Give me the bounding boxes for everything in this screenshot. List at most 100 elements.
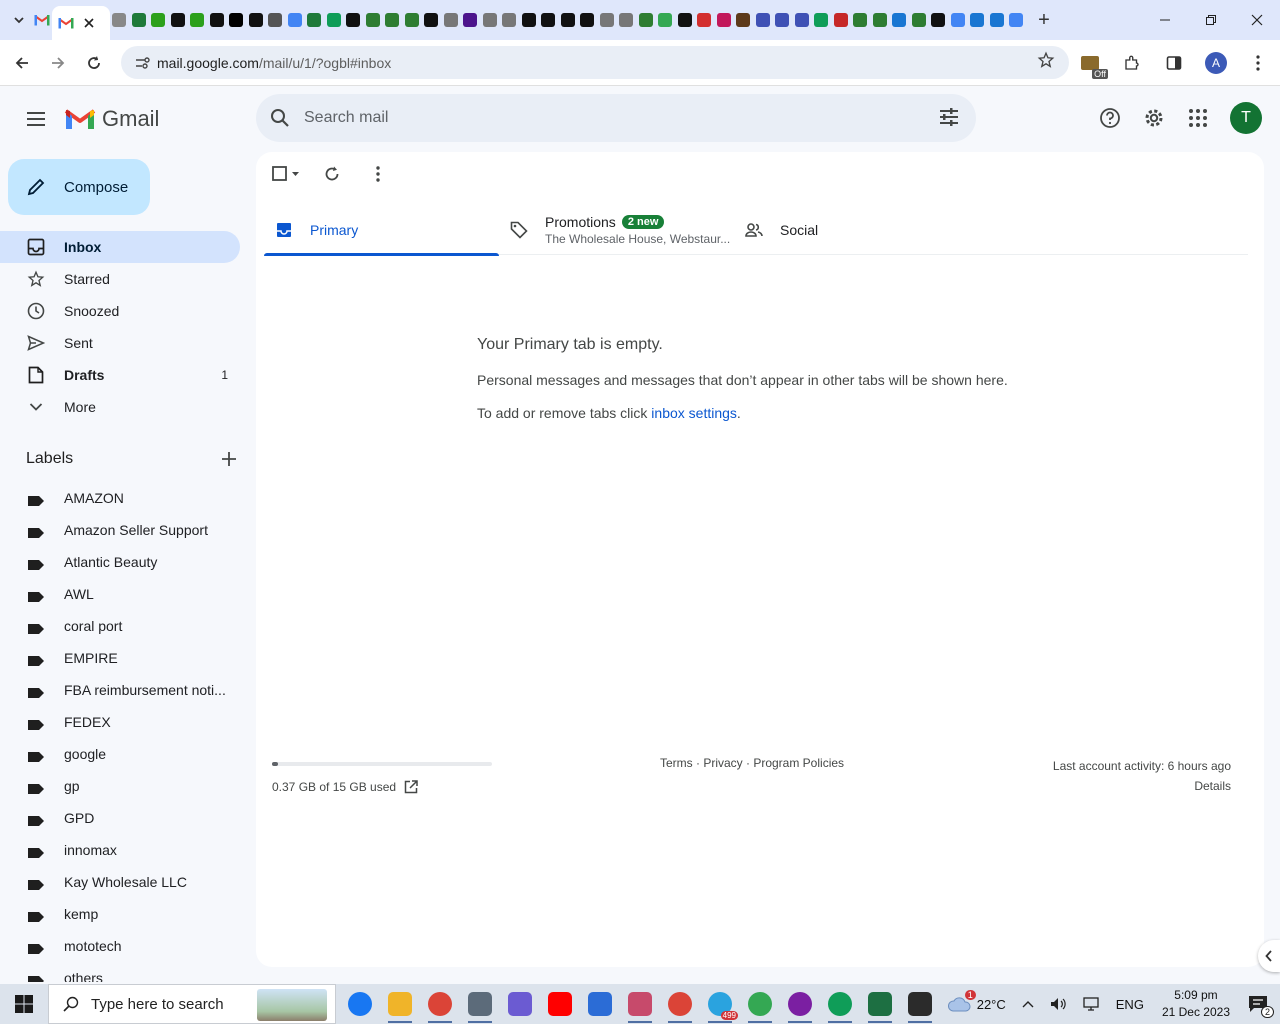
- label-item[interactable]: AMAZON: [0, 482, 256, 514]
- pinned-tab-favicon[interactable]: [402, 0, 422, 40]
- pinned-tab-favicon[interactable]: [734, 0, 754, 40]
- pinned-tab-favicon[interactable]: [675, 0, 695, 40]
- label-item[interactable]: AWL: [0, 578, 256, 610]
- excel-app[interactable]: [860, 984, 900, 1024]
- search-input[interactable]: [304, 109, 904, 127]
- search-bar[interactable]: [256, 94, 976, 142]
- label-item[interactable]: Atlantic Beauty: [0, 546, 256, 578]
- pinned-tab-favicon[interactable]: [617, 0, 637, 40]
- pinned-tab-favicon[interactable]: [948, 0, 968, 40]
- label-item[interactable]: FEDEX: [0, 706, 256, 738]
- show-hidden-icons[interactable]: [1014, 984, 1042, 1024]
- store-app[interactable]: [580, 984, 620, 1024]
- sticky-notes-app[interactable]: [900, 984, 940, 1024]
- clock[interactable]: 5:09 pm 21 Dec 2023: [1152, 987, 1240, 1021]
- pinned-tab-favicon[interactable]: [812, 0, 832, 40]
- close-tab-icon[interactable]: [83, 18, 94, 28]
- active-tab[interactable]: [51, 6, 110, 40]
- details-link[interactable]: Details: [1053, 776, 1231, 796]
- forward-button[interactable]: [40, 45, 76, 81]
- start-button[interactable]: [0, 984, 48, 1024]
- pinned-tab-favicon[interactable]: [266, 0, 286, 40]
- language-indicator[interactable]: ENG: [1108, 984, 1152, 1024]
- bookmark-star-icon[interactable]: [1037, 51, 1055, 74]
- chrome-profile-app[interactable]: [820, 984, 860, 1024]
- pinned-tab-favicon[interactable]: [656, 0, 676, 40]
- tab-gmail-favicon[interactable]: [32, 0, 52, 40]
- pinned-tab-favicon[interactable]: [909, 0, 929, 40]
- label-item[interactable]: coral port: [0, 610, 256, 642]
- pinned-tab-favicon[interactable]: [929, 0, 949, 40]
- label-item[interactable]: innomax: [0, 834, 256, 866]
- pinned-tab-favicon[interactable]: [324, 0, 344, 40]
- add-label-icon[interactable]: [222, 452, 236, 466]
- tab-social[interactable]: Social: [734, 204, 969, 255]
- browser-menu-icon[interactable]: [1244, 49, 1272, 77]
- sidebar-item-starred[interactable]: Starred: [0, 263, 240, 295]
- pinned-tab-favicon[interactable]: [519, 0, 539, 40]
- tab-primary[interactable]: Primary: [264, 204, 499, 256]
- extension-off-icon[interactable]: Off: [1076, 49, 1108, 79]
- pinned-tab-favicon[interactable]: [480, 0, 500, 40]
- label-item[interactable]: kemp: [0, 898, 256, 930]
- minimize-button[interactable]: [1142, 0, 1188, 40]
- sidebar-item-sent[interactable]: Sent: [0, 327, 240, 359]
- pinned-tab-favicon[interactable]: [792, 0, 812, 40]
- pinned-tab-favicon[interactable]: [168, 0, 188, 40]
- address-bar[interactable]: mail.google.com/mail/u/1/?ogbl#inbox: [121, 46, 1069, 79]
- facebook-app[interactable]: [340, 984, 380, 1024]
- label-item[interactable]: Kay Wholesale LLC: [0, 866, 256, 898]
- gmail-logo[interactable]: Gmail: [64, 106, 159, 132]
- tab-promotions[interactable]: Promotions 2 new The Wholesale House, We…: [499, 204, 734, 255]
- apps-button[interactable]: [1178, 98, 1218, 138]
- copilot-app[interactable]: [500, 984, 540, 1024]
- open-external-icon[interactable]: [404, 780, 418, 794]
- pinned-tab-favicon[interactable]: [870, 0, 890, 40]
- pinned-tab-favicon[interactable]: [714, 0, 734, 40]
- snipping-tool-app[interactable]: [620, 984, 660, 1024]
- site-info-icon[interactable]: [127, 56, 157, 70]
- label-item[interactable]: google: [0, 738, 256, 770]
- pinned-tab-favicon[interactable]: [695, 0, 715, 40]
- sidebar-item-snoozed[interactable]: Snoozed: [0, 295, 240, 327]
- side-panel-toggle[interactable]: [1258, 940, 1280, 972]
- profile-avatar[interactable]: A: [1202, 49, 1230, 77]
- label-item[interactable]: EMPIRE: [0, 642, 256, 674]
- side-panel-icon[interactable]: [1160, 49, 1188, 77]
- chrome-profile-app[interactable]: [780, 984, 820, 1024]
- pinned-tab-favicon[interactable]: [578, 0, 598, 40]
- pinned-tab-favicon[interactable]: [441, 0, 461, 40]
- more-options-button[interactable]: [364, 162, 392, 186]
- help-button[interactable]: [1090, 98, 1130, 138]
- pinned-tab-favicon[interactable]: [422, 0, 442, 40]
- pinned-tab-favicon[interactable]: [344, 0, 364, 40]
- notification-center[interactable]: 2: [1240, 984, 1280, 1024]
- pinned-tab-favicon[interactable]: [305, 0, 325, 40]
- search-options-icon[interactable]: [938, 106, 960, 133]
- main-menu-button[interactable]: [16, 99, 56, 139]
- footer-links[interactable]: Terms · Privacy · Program Policies: [660, 756, 844, 770]
- inbox-settings-link[interactable]: inbox settings: [651, 405, 737, 421]
- pinned-tab-favicon[interactable]: [227, 0, 247, 40]
- pinned-tab-favicon[interactable]: [1007, 0, 1027, 40]
- pinned-tab-favicon[interactable]: [890, 0, 910, 40]
- close-window-button[interactable]: [1234, 0, 1280, 40]
- pinned-tab-favicon[interactable]: [207, 0, 227, 40]
- sidebar-item-inbox[interactable]: Inbox: [0, 231, 240, 263]
- pinned-tab-favicon[interactable]: [753, 0, 773, 40]
- tab-search-button[interactable]: [6, 7, 32, 33]
- search-icon[interactable]: [256, 108, 304, 128]
- pinned-tab-favicon[interactable]: [831, 0, 851, 40]
- extensions-puzzle-icon[interactable]: [1118, 49, 1146, 77]
- pinned-tab-favicon[interactable]: [851, 0, 871, 40]
- pinned-tab-favicon[interactable]: [129, 0, 149, 40]
- telegram-app[interactable]: 499: [700, 984, 740, 1024]
- volume-icon[interactable]: [1042, 984, 1074, 1024]
- youtube-app[interactable]: [540, 984, 580, 1024]
- compose-button[interactable]: Compose: [8, 159, 150, 215]
- settings-button[interactable]: [1134, 98, 1174, 138]
- label-item[interactable]: GPD: [0, 802, 256, 834]
- file-explorer-app[interactable]: [380, 984, 420, 1024]
- pinned-tab-favicon[interactable]: [363, 0, 383, 40]
- pinned-tab-favicon[interactable]: [539, 0, 559, 40]
